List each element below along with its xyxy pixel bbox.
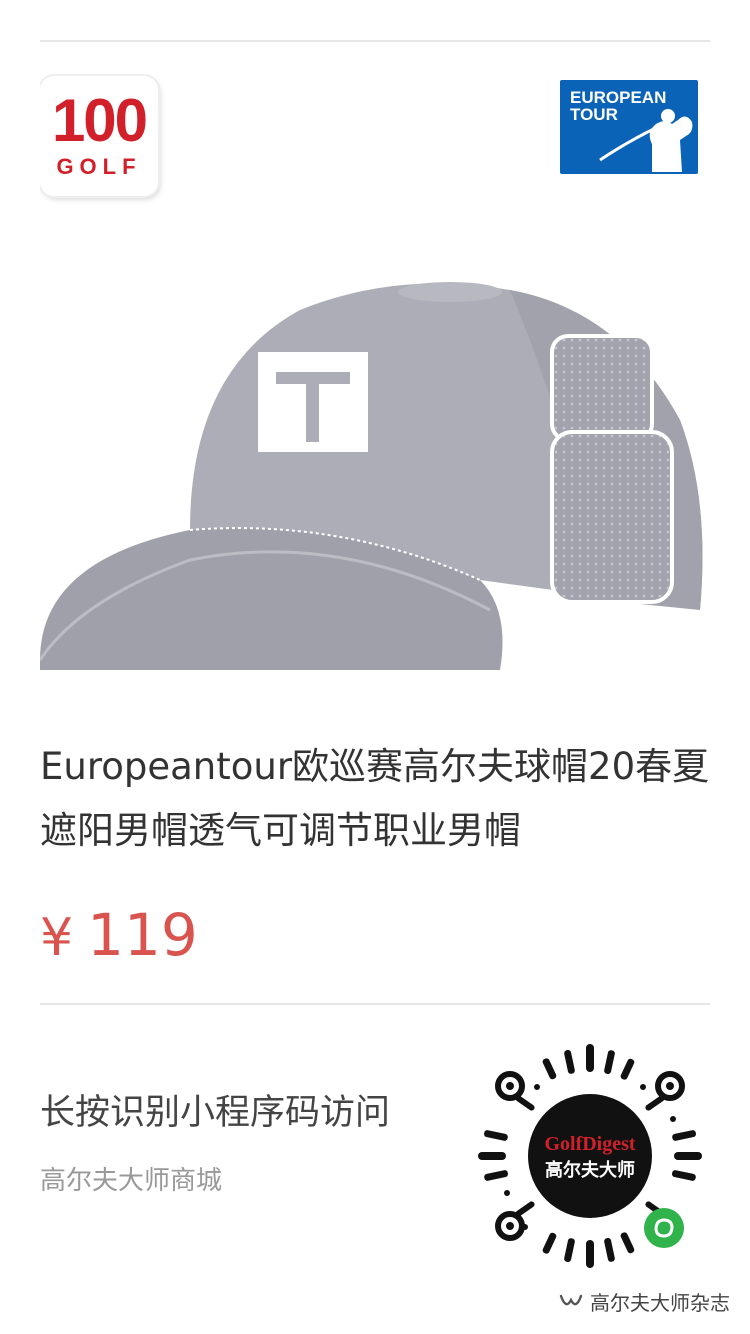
shop-name: 高尔夫大师商城 xyxy=(40,1166,223,1196)
price-value: 119 xyxy=(87,901,198,969)
logo-number: 100 xyxy=(51,87,148,154)
product-share-card: 100 GOLF EUROPEAN TOUR Europeantour欧巡赛高尔… xyxy=(0,0,750,1334)
logo-line-2: TOUR xyxy=(570,105,618,124)
qr-center-badge xyxy=(528,1094,652,1218)
wechat-channel-icon xyxy=(559,1294,583,1306)
section-divider xyxy=(40,1003,710,1005)
100-golf-logo: 100 GOLF xyxy=(40,76,158,196)
product-title: Europeantour欧巡赛高尔夫球帽20春夏遮阳男帽透气可调节职业男帽 xyxy=(40,745,710,852)
currency-symbol: ¥ xyxy=(40,908,74,968)
watermark: 高尔夫大师杂志 xyxy=(558,1288,730,1318)
qr-brand-line-1: GolfDigest xyxy=(544,1133,635,1155)
product-price: ¥119 xyxy=(40,895,198,975)
logo-word: GOLF xyxy=(56,154,142,179)
qr-brand-line-2: 高尔夫大师 xyxy=(545,1159,635,1181)
mini-program-logo-icon xyxy=(644,1208,684,1248)
watermark-text: 高尔夫大师杂志 xyxy=(590,1291,730,1315)
golf-cap-illustration xyxy=(40,282,703,670)
top-divider xyxy=(40,40,710,42)
mini-program-code-icon[interactable]: GolfDigest 高尔夫大师 xyxy=(474,1040,706,1272)
mini-program-hint: 长按识别小程序码访问 xyxy=(40,1093,391,1133)
product-image[interactable]: 100 GOLF EUROPEAN TOUR xyxy=(40,60,710,700)
european-tour-logo: EUROPEAN TOUR xyxy=(560,80,698,174)
